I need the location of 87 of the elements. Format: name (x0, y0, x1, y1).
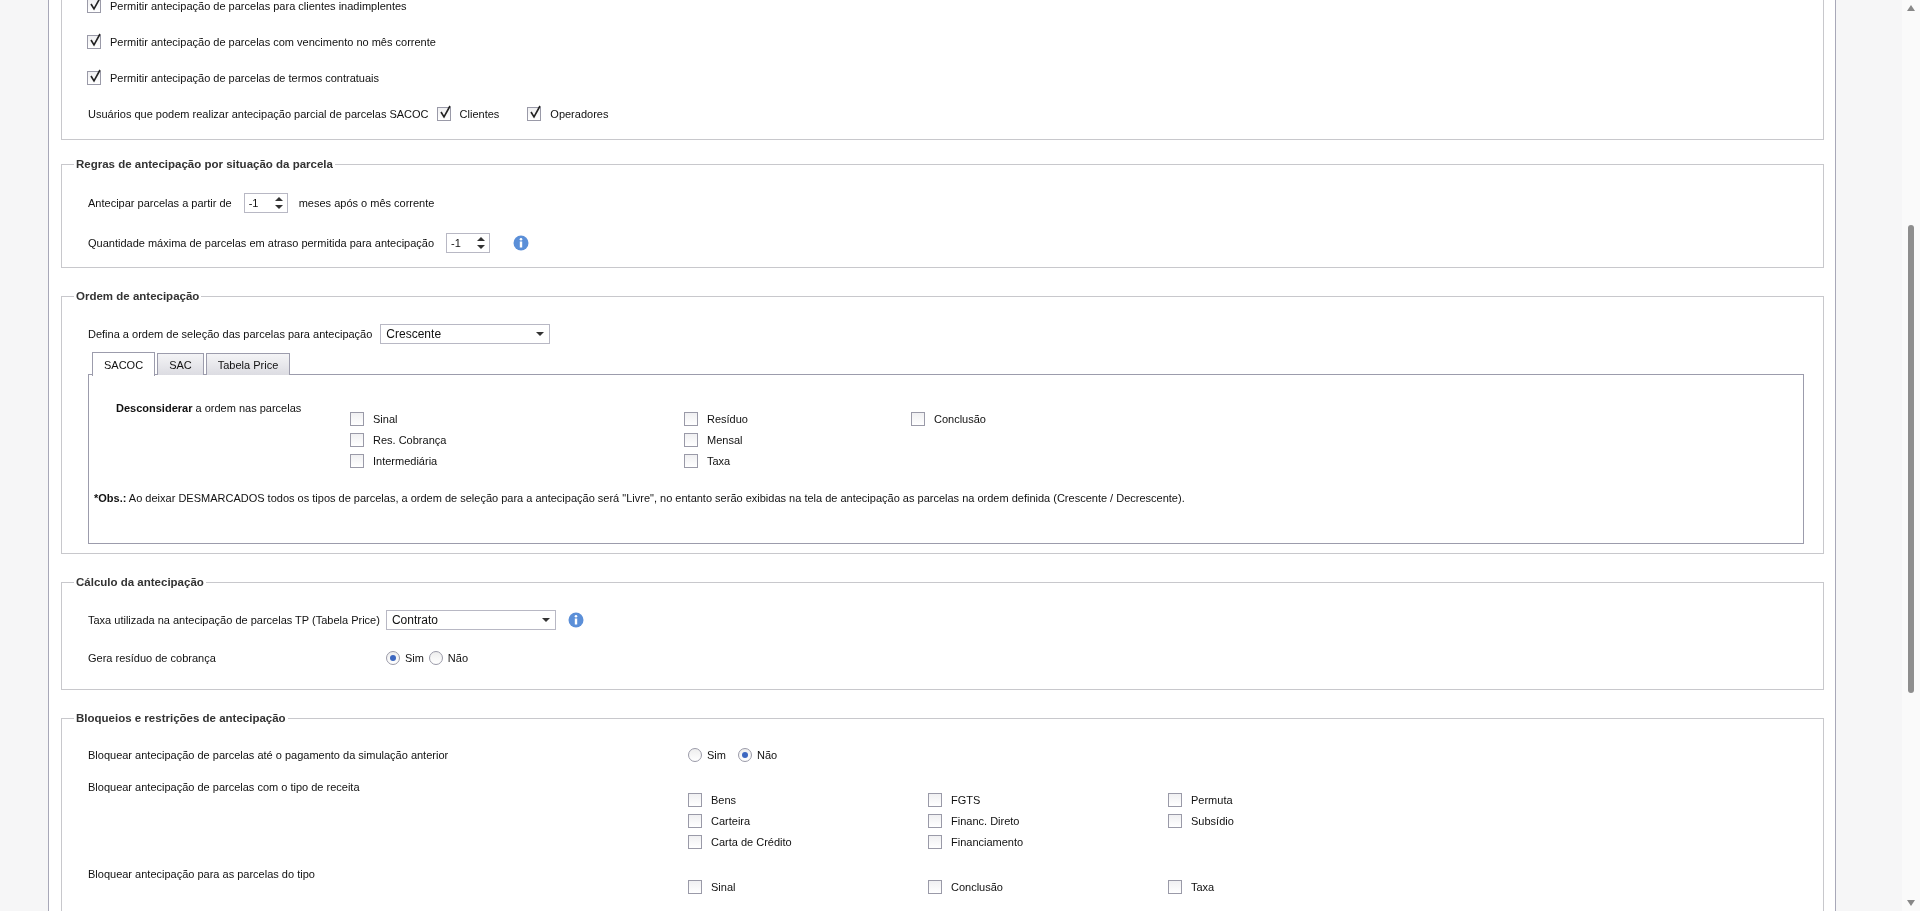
section-title: Bloqueios e restrições de antecipação (75, 712, 287, 724)
caret-icon (541, 618, 550, 622)
checkbox-label: Conclusão (951, 881, 1003, 893)
checkbox-label: Permuta (1191, 794, 1233, 806)
spinner-arrows-icon[interactable] (274, 197, 283, 209)
checkbox[interactable] (928, 880, 942, 894)
checkbox[interactable] (1168, 880, 1182, 894)
checkbox[interactable] (928, 793, 942, 807)
info-icon[interactable] (567, 612, 584, 628)
field-label: Quantidade máxima de parcelas em atraso permitida para antecipação (88, 237, 435, 249)
checkbox-label: FGTS (951, 794, 981, 806)
radio-label: Sim (404, 652, 424, 664)
checkbox-label: Financ. Direto (951, 815, 1020, 827)
number-spinner[interactable]: -1 (446, 233, 491, 253)
section-title: Cálculo da antecipação (75, 576, 205, 588)
checkbox-label: Mensal (707, 434, 743, 446)
checkbox-label: Intermediária (373, 455, 438, 467)
radio-button[interactable] (385, 651, 400, 665)
radio-button[interactable] (428, 651, 443, 665)
scrollbar-thumb[interactable] (1908, 225, 1914, 693)
field-label: Usuários que podem realizar antecipação parcial de parcelas SACOC (88, 108, 429, 120)
tab[interactable]: SAC (157, 353, 204, 375)
checkbox[interactable] (688, 814, 702, 828)
field-label: Bloquear antecipação de parcelas com o tipo de receita (88, 781, 361, 795)
number-spinner[interactable]: -1 (243, 193, 288, 213)
checkbox[interactable] (350, 412, 364, 426)
checkbox[interactable] (350, 433, 364, 447)
checkbox-label: Operadores (550, 108, 609, 120)
scrollbar[interactable] (1902, 0, 1920, 911)
checkbox[interactable] (688, 835, 702, 849)
checkbox[interactable] (684, 433, 698, 447)
checkbox-label: Financiamento (951, 836, 1024, 848)
spinner-arrows-icon[interactable] (477, 237, 486, 249)
checkbox-label: Bens (711, 794, 737, 806)
checkbox[interactable] (688, 793, 702, 807)
checkbox-label: Carteira (711, 815, 751, 827)
checkbox-label: Conclusão (934, 413, 986, 425)
caret-icon (536, 332, 545, 336)
section-title: Regras de antecipação por situação da parcela (75, 158, 334, 170)
tab[interactable]: SACOC (92, 352, 156, 376)
section-title: Ordem de antecipação (75, 290, 201, 302)
field-label: Antecipar parcelas a partir de (88, 197, 232, 209)
checkbox[interactable] (684, 412, 698, 426)
field-label: Taxa utilizada na antecipação de parcelas TP (Tabela Price) (88, 614, 380, 626)
scroll-down-icon[interactable] (1907, 900, 1915, 906)
checkbox[interactable] (911, 412, 925, 426)
field-label: Bloquear antecipação para as parcelas do tipo (88, 868, 316, 882)
radio-button[interactable] (737, 748, 752, 762)
checkbox[interactable] (928, 814, 942, 828)
checkbox[interactable] (1168, 793, 1182, 807)
checkbox-label: Sinal (373, 413, 398, 425)
field-label: Bloquear antecipação de parcelas até o pagamento da simulação anterior (88, 749, 450, 761)
checkbox[interactable] (87, 0, 101, 13)
checkbox-label: Permitir antecipação de parcelas com vencimento no mês corrente (110, 36, 436, 48)
radio-label: Sim (707, 749, 726, 761)
radio-button[interactable] (688, 748, 702, 762)
scroll-up-icon[interactable] (1907, 5, 1915, 11)
rate-dropdown[interactable]: Contrato (385, 610, 556, 630)
checkbox-label: Taxa (707, 455, 731, 467)
checkbox-label: Resíduo (707, 413, 748, 425)
checkbox[interactable] (527, 107, 542, 121)
checkbox-label: Taxa (1191, 881, 1215, 893)
field-label: Desconsiderar a ordem nas parcelas (116, 402, 303, 416)
radio-label: Não (756, 749, 778, 761)
checkbox[interactable] (688, 880, 702, 894)
field-label: Gera resíduo de cobrança (88, 652, 217, 664)
checkbox[interactable] (87, 35, 101, 49)
checkbox-label: Permitir antecipação de parcelas para clientes inadimplentes (110, 0, 407, 12)
field-suffix: meses após o mês corrente (298, 197, 435, 209)
radio-label: Não (447, 652, 469, 664)
checkbox-label: Carta de Crédito (711, 836, 792, 848)
checkbox-label: Res. Cobrança (373, 434, 447, 446)
checkbox[interactable] (1168, 814, 1182, 828)
note-text: *Obs.: Ao deixar DESMARCADOS todos os tipos de parcelas, a ordem de seleção para a antecipação será "Livre", no entanto serão exibidas na tela de antecipação as parcelas na ordem definida (Crescente / Decrescente). (94, 492, 1185, 504)
checkbox-label: Permitir antecipação de parcelas de termos contratuais (110, 72, 380, 84)
checkbox[interactable] (684, 454, 698, 468)
checkbox[interactable] (928, 835, 942, 849)
checkbox[interactable] (87, 71, 101, 85)
checkbox-label: Subsídio (1191, 815, 1234, 827)
tab[interactable]: Tabela Price (205, 353, 291, 375)
info-icon[interactable] (513, 235, 530, 251)
order-dropdown[interactable]: Crescente (380, 324, 551, 344)
checkbox-label: Clientes (459, 108, 500, 120)
checkbox-label: Sinal (711, 881, 736, 893)
checkbox[interactable] (350, 454, 364, 468)
checkbox[interactable] (436, 107, 451, 121)
field-label: Defina a ordem de seleção das parcelas para antecipação (88, 328, 373, 340)
